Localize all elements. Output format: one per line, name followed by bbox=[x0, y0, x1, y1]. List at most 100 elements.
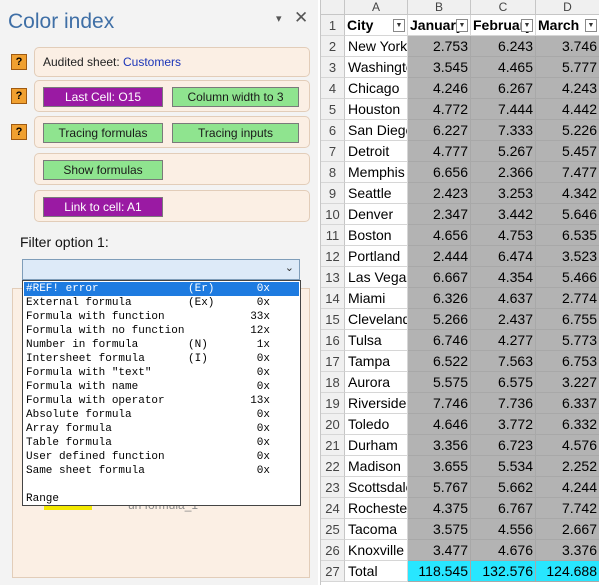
formula-cell[interactable]: 2.252 bbox=[536, 456, 599, 477]
formula-cell[interactable]: 6.337 bbox=[536, 393, 599, 414]
formula-cell[interactable]: 6.535 bbox=[536, 225, 599, 246]
row-header[interactable]: 26 bbox=[321, 540, 345, 561]
formula-cell[interactable]: 6.753 bbox=[536, 351, 599, 372]
row-header[interactable]: 25 bbox=[321, 519, 345, 540]
row-header[interactable]: 13 bbox=[321, 267, 345, 288]
formula-cell[interactable]: 5.646 bbox=[536, 204, 599, 225]
tracing-inputs-button[interactable]: Tracing inputs bbox=[172, 123, 299, 143]
show-formulas-button[interactable]: Show formulas bbox=[43, 160, 163, 180]
filter-option-item[interactable]: Table formula 0x bbox=[24, 436, 299, 450]
formula-cell[interactable]: 5.767 bbox=[408, 477, 471, 498]
formula-cell[interactable]: 6.575 bbox=[471, 372, 536, 393]
select-all-corner[interactable] bbox=[321, 0, 345, 15]
filter-option-item[interactable]: Number in formula (N) 1x bbox=[24, 338, 299, 352]
city-cell[interactable]: Denver bbox=[345, 204, 408, 225]
formula-cell[interactable]: 5.457 bbox=[536, 141, 599, 162]
total-cell[interactable]: 124.688 bbox=[536, 561, 599, 582]
formula-cell[interactable]: 4.637 bbox=[471, 288, 536, 309]
formula-cell[interactable]: 7.477 bbox=[536, 162, 599, 183]
row-header[interactable]: 8 bbox=[321, 162, 345, 183]
formula-cell[interactable]: 5.266 bbox=[408, 309, 471, 330]
row-header[interactable]: 19 bbox=[321, 393, 345, 414]
formula-cell[interactable]: 4.375 bbox=[408, 498, 471, 519]
formula-cell[interactable]: 2.423 bbox=[408, 183, 471, 204]
filter-option-item[interactable]: User defined function 0x bbox=[24, 450, 299, 464]
column-title-cell[interactable]: February ▼ bbox=[471, 15, 536, 36]
formula-cell[interactable]: 3.477 bbox=[408, 540, 471, 561]
total-cell[interactable]: 118.545 bbox=[408, 561, 471, 582]
formula-cell[interactable]: 3.746 bbox=[536, 36, 599, 57]
audited-sheet-link[interactable]: Customers bbox=[123, 55, 181, 69]
formula-cell[interactable]: 2.774 bbox=[536, 288, 599, 309]
formula-cell[interactable]: 4.465 bbox=[471, 57, 536, 78]
formula-cell[interactable]: 4.277 bbox=[471, 330, 536, 351]
formula-cell[interactable]: 4.576 bbox=[536, 435, 599, 456]
city-cell[interactable]: Scottsdale bbox=[345, 477, 408, 498]
city-cell[interactable]: Houston bbox=[345, 99, 408, 120]
row-header[interactable]: 7 bbox=[321, 141, 345, 162]
formula-cell[interactable]: 4.656 bbox=[408, 225, 471, 246]
formula-cell[interactable]: 4.646 bbox=[408, 414, 471, 435]
city-cell[interactable]: Toledo bbox=[345, 414, 408, 435]
formula-cell[interactable]: 5.534 bbox=[471, 456, 536, 477]
filter-option-item[interactable]: Formula with function 33x bbox=[24, 310, 299, 324]
city-cell[interactable]: Madison bbox=[345, 456, 408, 477]
formula-cell[interactable]: 6.267 bbox=[471, 78, 536, 99]
formula-cell[interactable]: 2.444 bbox=[408, 246, 471, 267]
filter-dropdown-icon[interactable]: ▼ bbox=[393, 19, 405, 32]
row-header[interactable]: 4 bbox=[321, 78, 345, 99]
tracing-formulas-button[interactable]: Tracing formulas bbox=[43, 123, 163, 143]
formula-cell[interactable]: 4.342 bbox=[536, 183, 599, 204]
row-header[interactable]: 9 bbox=[321, 183, 345, 204]
formula-cell[interactable]: 4.243 bbox=[536, 78, 599, 99]
city-cell[interactable]: Memphis bbox=[345, 162, 408, 183]
last-cell-button[interactable]: Last Cell: O15 bbox=[43, 87, 163, 107]
formula-cell[interactable]: 4.556 bbox=[471, 519, 536, 540]
formula-cell[interactable]: 6.667 bbox=[408, 267, 471, 288]
spreadsheet-grid[interactable]: A B C D 1 City ▼ January ▼ February ▼ March ▼ 2 New Yo… bbox=[320, 0, 599, 585]
city-cell[interactable]: Chicago bbox=[345, 78, 408, 99]
city-cell[interactable]: New York bbox=[345, 36, 408, 57]
formula-cell[interactable]: 2.437 bbox=[471, 309, 536, 330]
row-header[interactable]: 5 bbox=[321, 99, 345, 120]
filter-option-item[interactable]: Same sheet formula 0x bbox=[24, 464, 299, 478]
row-header[interactable]: 10 bbox=[321, 204, 345, 225]
formula-cell[interactable]: 4.772 bbox=[408, 99, 471, 120]
formula-cell[interactable]: 2.347 bbox=[408, 204, 471, 225]
formula-cell[interactable]: 2.753 bbox=[408, 36, 471, 57]
formula-cell[interactable]: 5.773 bbox=[536, 330, 599, 351]
formula-cell[interactable]: 6.332 bbox=[536, 414, 599, 435]
formula-cell[interactable]: 3.545 bbox=[408, 57, 471, 78]
formula-cell[interactable]: 3.356 bbox=[408, 435, 471, 456]
formula-cell[interactable]: 4.244 bbox=[536, 477, 599, 498]
filter-option-item[interactable]: Intersheet formula (I) 0x bbox=[24, 352, 299, 366]
column-header[interactable]: A bbox=[345, 0, 408, 15]
formula-cell[interactable]: 4.676 bbox=[471, 540, 536, 561]
filter-option-item[interactable] bbox=[24, 478, 299, 492]
column-header[interactable]: B bbox=[408, 0, 471, 15]
formula-cell[interactable]: 3.772 bbox=[471, 414, 536, 435]
row-header[interactable]: 15 bbox=[321, 309, 345, 330]
city-cell[interactable]: Seattle bbox=[345, 183, 408, 204]
row-header[interactable]: 1 bbox=[321, 15, 345, 36]
formula-cell[interactable]: 4.777 bbox=[408, 141, 471, 162]
row-header[interactable]: 6 bbox=[321, 120, 345, 141]
formula-cell[interactable]: 6.522 bbox=[408, 351, 471, 372]
row-header[interactable]: 2 bbox=[321, 36, 345, 57]
filter-option-item[interactable]: External formula (Ex) 0x bbox=[24, 296, 299, 310]
formula-cell[interactable]: 2.667 bbox=[536, 519, 599, 540]
city-cell[interactable]: Knoxville bbox=[345, 540, 408, 561]
formula-cell[interactable]: 6.243 bbox=[471, 36, 536, 57]
row-header[interactable]: 3 bbox=[321, 57, 345, 78]
city-cell[interactable]: Tampa bbox=[345, 351, 408, 372]
formula-cell[interactable]: 5.267 bbox=[471, 141, 536, 162]
city-cell[interactable]: Washington bbox=[345, 57, 408, 78]
row-header[interactable]: 11 bbox=[321, 225, 345, 246]
filter-option-item[interactable]: Formula with no function 12x bbox=[24, 324, 299, 338]
formula-cell[interactable]: 3.376 bbox=[536, 540, 599, 561]
column-title-cell[interactable]: March ▼ bbox=[536, 15, 599, 36]
pane-close-icon[interactable]: ✕ bbox=[294, 8, 308, 28]
filter-option-item[interactable]: Formula with "text" 0x bbox=[24, 366, 299, 380]
pane-options-chevron-icon[interactable]: ▾ bbox=[276, 12, 282, 25]
formula-cell[interactable]: 3.655 bbox=[408, 456, 471, 477]
